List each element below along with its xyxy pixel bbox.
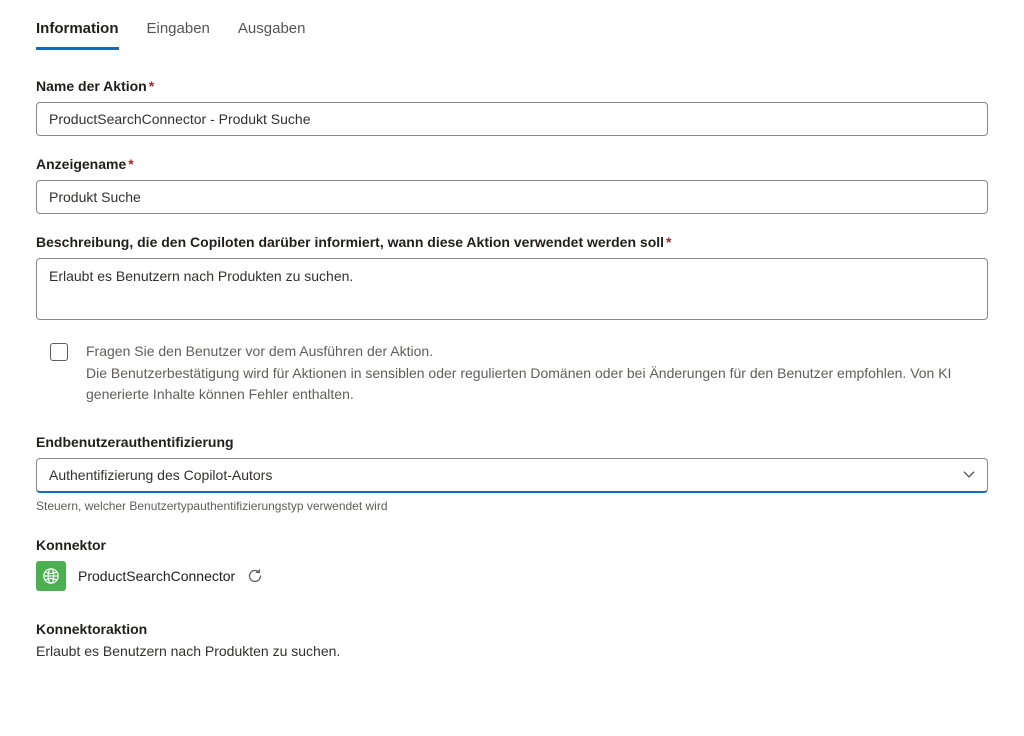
field-description: Beschreibung, die den Copiloten darüber … <box>36 234 988 323</box>
confirm-checkbox-row: Fragen Sie den Benutzer vor dem Ausführe… <box>36 341 988 406</box>
tab-inputs[interactable]: Eingaben <box>147 20 210 50</box>
helper-auth: Steuern, welcher Benutzertypauthentifizi… <box>36 499 988 513</box>
label-auth: Endbenutzerauthentifizierung <box>36 434 988 450</box>
tab-information[interactable]: Information <box>36 20 119 50</box>
input-description[interactable] <box>36 258 988 320</box>
label-connector-action: Konnektoraktion <box>36 621 988 637</box>
field-connector: Konnektor ProductSearchConnector <box>36 537 988 591</box>
text-connector-action: Erlaubt es Benutzern nach Produkten zu s… <box>36 643 988 659</box>
select-auth[interactable]: Authentifizierung des Copilot-Autors <box>36 458 988 493</box>
globe-icon <box>36 561 66 591</box>
connector-name-text: ProductSearchConnector <box>78 568 235 584</box>
input-display-name[interactable] <box>36 180 988 214</box>
field-auth: Endbenutzerauthentifizierung Authentifiz… <box>36 434 988 513</box>
tab-outputs[interactable]: Ausgaben <box>238 20 306 50</box>
input-action-name[interactable] <box>36 102 988 136</box>
label-display-name: Anzeigename* <box>36 156 988 172</box>
label-connector: Konnektor <box>36 537 988 553</box>
refresh-icon[interactable] <box>247 568 263 584</box>
confirm-checkbox-text: Fragen Sie den Benutzer vor dem Ausführe… <box>86 341 988 406</box>
field-connector-action: Konnektoraktion Erlaubt es Benutzern nac… <box>36 621 988 659</box>
confirm-checkbox[interactable] <box>50 343 68 361</box>
field-display-name: Anzeigename* <box>36 156 988 214</box>
label-action-name: Name der Aktion* <box>36 78 988 94</box>
label-description: Beschreibung, die den Copiloten darüber … <box>36 234 988 250</box>
field-action-name: Name der Aktion* <box>36 78 988 136</box>
tab-bar: Information Eingaben Ausgaben <box>36 20 988 50</box>
